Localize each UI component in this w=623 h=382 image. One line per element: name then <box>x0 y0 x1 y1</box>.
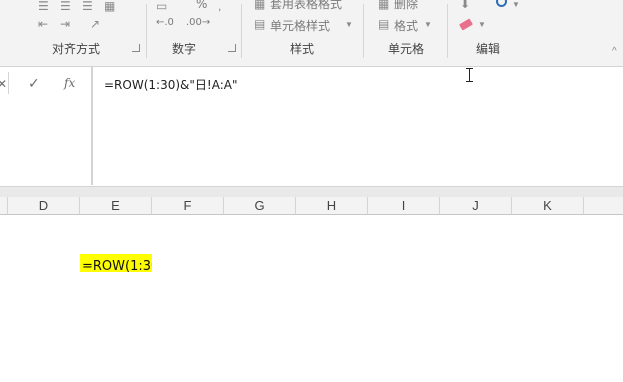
column-header-g[interactable]: G <box>224 197 296 215</box>
group-label-number: 数字 <box>172 42 197 56</box>
increase-decimal-button[interactable]: ←.0 <box>156 17 174 28</box>
column-header-e[interactable]: E <box>80 197 152 215</box>
clear-dropdown-icon[interactable]: ▼ <box>478 19 486 31</box>
accounting-format-icon[interactable]: ▭ <box>156 0 167 12</box>
decrease-decimal-button[interactable]: .00→ <box>186 17 210 28</box>
delete-cells-icon[interactable]: ▦ <box>378 0 389 10</box>
align-left-icon[interactable]: ☰ <box>38 0 49 12</box>
cell-formula-text: =ROW(1:30)&"日!A:A" <box>82 259 152 272</box>
column-header-partial[interactable] <box>0 197 8 215</box>
format-cells-dropdown-icon[interactable]: ▼ <box>424 19 432 31</box>
format-as-table-button[interactable]: 套用表格格式 <box>270 0 342 12</box>
format-as-table-icon[interactable]: ▦ <box>254 0 265 10</box>
name-box-area <box>0 67 92 185</box>
formula-bar-separator <box>8 72 9 94</box>
fill-icon[interactable]: ⬇ <box>460 0 470 10</box>
format-cells-icon[interactable]: ▤ <box>378 18 389 30</box>
column-header-h[interactable]: H <box>296 197 368 215</box>
group-divider <box>146 4 147 58</box>
group-label-editing: 编辑 <box>476 42 501 56</box>
group-divider <box>363 4 364 58</box>
percent-style-button[interactable]: % <box>196 0 207 11</box>
active-cell-editing[interactable]: =ROW(1:30)&"日!A:A" <box>80 254 152 272</box>
align-right-icon[interactable]: ☰ <box>82 0 93 12</box>
alignment-dialog-launcher-icon[interactable] <box>132 44 140 52</box>
cell-styles-button[interactable]: 单元格样式 <box>270 17 330 34</box>
group-divider <box>241 4 242 58</box>
number-dialog-launcher-icon[interactable] <box>228 44 236 52</box>
insert-function-icon[interactable]: fx <box>64 76 75 90</box>
decrease-indent-icon[interactable]: ⇤ <box>38 18 48 30</box>
column-header-i[interactable]: I <box>368 197 440 215</box>
increase-indent-icon[interactable]: ⇥ <box>60 18 70 30</box>
column-header-d[interactable]: D <box>8 197 80 215</box>
clear-icon[interactable] <box>459 18 473 31</box>
comma-style-icon[interactable]: , <box>218 0 221 12</box>
worksheet-grid[interactable] <box>0 215 623 382</box>
cell-styles-icon[interactable]: ▤ <box>254 18 265 30</box>
group-label-styles: 样式 <box>290 42 315 56</box>
merge-center-icon[interactable]: ▦ <box>104 0 115 12</box>
text-cursor-icon <box>466 68 474 82</box>
column-header-j[interactable]: J <box>440 197 512 215</box>
column-header-f[interactable]: F <box>152 197 224 215</box>
group-divider <box>447 4 448 58</box>
column-header-partial[interactable] <box>584 197 623 215</box>
delete-cells-button[interactable]: 删除 <box>394 0 418 12</box>
format-cells-button[interactable]: 格式 <box>394 17 418 34</box>
cell-styles-dropdown-icon[interactable]: ▼ <box>345 19 353 31</box>
formula-bar-splitter[interactable] <box>0 186 623 197</box>
collapse-ribbon-icon[interactable]: ^ <box>612 46 617 58</box>
orientation-icon[interactable]: ↗ <box>90 18 100 30</box>
ribbon: ☰ ☰ ☰ ▦ ⇤ ⇥ ↗ 对齐方式 ▭ % , ←.0 .00→ 数字 ▦ 套… <box>0 0 623 67</box>
cancel-icon[interactable]: ✕ <box>0 77 7 91</box>
find-select-dropdown-icon[interactable]: ▼ <box>512 0 520 11</box>
column-header-k[interactable]: K <box>512 197 584 215</box>
formula-text: =ROW(1:30)&"日!A:A" <box>104 78 238 92</box>
enter-check-icon[interactable]: ✓ <box>28 75 40 92</box>
align-center-icon[interactable]: ☰ <box>60 0 71 12</box>
group-label-cells: 单元格 <box>388 42 425 56</box>
find-select-icon[interactable] <box>496 0 507 7</box>
group-label-alignment: 对齐方式 <box>52 42 101 56</box>
